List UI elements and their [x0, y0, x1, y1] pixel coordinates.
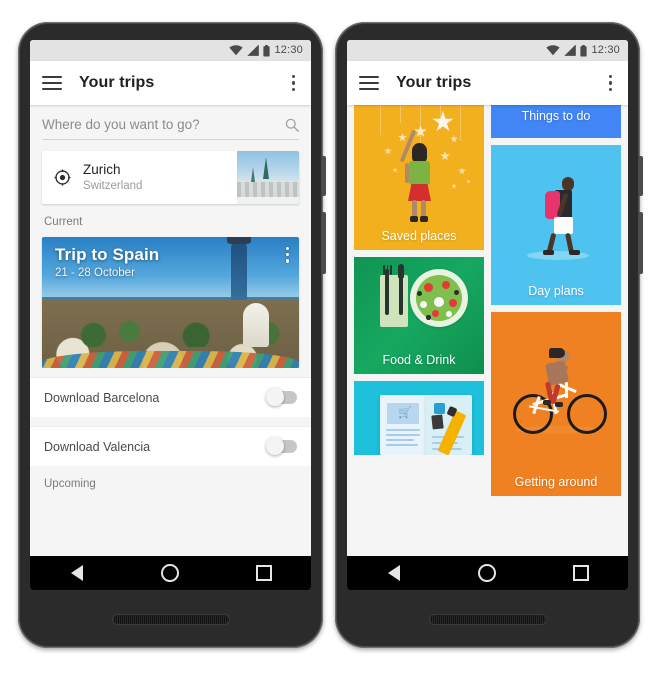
category-tile-grid: Saved places Food & Drink 🛒 Things to do… — [347, 105, 628, 556]
row-gap — [30, 417, 311, 426]
download-label: Download Valencia — [44, 439, 151, 454]
section-label-current: Current — [44, 216, 83, 228]
download-toggle-barcelona[interactable] — [266, 388, 297, 406]
tile-label: Getting around — [514, 475, 598, 489]
location-country: Switzerland — [83, 179, 143, 192]
page-title: Your trips — [396, 74, 472, 91]
location-thumbnail — [237, 151, 299, 204]
power-button[interactable] — [639, 156, 643, 196]
tile-label: Saved places — [381, 229, 457, 243]
download-toggle-valencia[interactable] — [266, 437, 297, 455]
tile-label: Food & Drink — [382, 353, 456, 367]
tile-getting-around[interactable]: Getting around — [491, 312, 621, 496]
trip-title: Trip to Spain — [55, 245, 160, 264]
guidebook-highlighter-illustration: 🛒 — [354, 381, 484, 455]
tile-saved-places[interactable]: Saved places — [354, 105, 484, 250]
search-input[interactable]: Where do you want to go? — [42, 117, 285, 132]
location-name: Zurich — [83, 161, 121, 177]
back-triangle-icon[interactable] — [371, 556, 417, 590]
power-button[interactable] — [322, 156, 326, 196]
trips-content: Where do you want to go? Zurich Switzerl… — [30, 105, 311, 556]
app-toolbar: Your trips — [30, 61, 311, 105]
home-circle-icon[interactable] — [464, 556, 510, 590]
download-row-barcelona[interactable]: Download Barcelona — [30, 377, 311, 417]
tile-things-to-do[interactable]: Things to do — [491, 105, 621, 138]
phone-left: 12:30 Your trips Where do you want to go… — [18, 22, 326, 648]
tile-food-and-drink[interactable]: Food & Drink — [354, 257, 484, 374]
tile-column-left: Saved places Food & Drink 🛒 — [354, 105, 484, 556]
search-area: Where do you want to go? — [30, 105, 311, 140]
page-title: Your trips — [79, 74, 155, 91]
trips-list-screen: 12:30 Your trips Where do you want to go… — [30, 40, 311, 590]
status-bar: 12:30 — [30, 40, 311, 61]
trip-overflow-icon[interactable] — [285, 247, 289, 263]
volume-rocker-button[interactable] — [322, 212, 326, 274]
wifi-icon — [546, 45, 561, 56]
overflow-menu-icon[interactable] — [605, 71, 616, 95]
battery-icon — [580, 44, 588, 56]
tile-column-right: Things to do Day plans Getting around — [491, 105, 621, 556]
phone-left-screen-glass: 12:30 Your trips Where do you want to go… — [30, 40, 311, 590]
location-card[interactable]: Zurich Switzerland — [42, 151, 299, 204]
trip-hero-image: Trip to Spain 21 - 28 October — [42, 237, 299, 368]
status-bar: 12:30 — [347, 40, 628, 61]
battery-icon — [263, 44, 271, 56]
tile-label: Things to do — [521, 109, 591, 123]
app-toolbar: Your trips — [347, 61, 628, 105]
search-field[interactable]: Where do you want to go? — [42, 117, 299, 140]
recents-square-icon[interactable] — [241, 556, 287, 590]
home-circle-icon[interactable] — [147, 556, 193, 590]
download-label: Download Barcelona — [44, 390, 160, 405]
phone-right: 12:30 Your trips Saved places Food & Dri… — [335, 22, 643, 648]
bottom-speaker-grille-icon — [112, 615, 229, 624]
trip-categories-screen: 12:30 Your trips Saved places Food & Dri… — [347, 40, 628, 590]
back-triangle-icon[interactable] — [54, 556, 100, 590]
tile-guidebook[interactable]: 🛒 — [354, 381, 484, 455]
woman-riding-bicycle-illustration — [491, 312, 621, 496]
status-clock: 12:30 — [591, 44, 620, 56]
status-clock: 12:30 — [274, 44, 303, 56]
trip-dates: 21 - 28 October — [55, 267, 135, 279]
volume-rocker-button[interactable] — [639, 212, 643, 274]
my-location-icon — [54, 169, 71, 186]
phone-right-screen-glass: 12:30 Your trips Saved places Food & Dri… — [347, 40, 628, 590]
signal-icon — [247, 45, 260, 56]
signal-icon — [564, 45, 577, 56]
android-nav-bar — [30, 556, 311, 590]
overflow-menu-icon[interactable] — [288, 71, 299, 95]
search-icon[interactable] — [285, 118, 299, 132]
card-gap — [30, 368, 311, 377]
tile-label: Day plans — [528, 284, 584, 298]
android-nav-bar — [347, 556, 628, 590]
two-phone-mockup: 12:30 Your trips Where do you want to go… — [0, 0, 655, 680]
bottom-speaker-grille-icon — [429, 615, 546, 624]
download-row-valencia[interactable]: Download Valencia — [30, 426, 311, 466]
hamburger-menu-icon[interactable] — [359, 76, 379, 90]
trip-card[interactable]: Trip to Spain 21 - 28 October — [42, 237, 299, 368]
section-label-upcoming: Upcoming — [44, 478, 96, 490]
walking-traveler-backpack-illustration — [491, 145, 621, 305]
tile-day-plans[interactable]: Day plans — [491, 145, 621, 305]
hamburger-menu-icon[interactable] — [42, 76, 62, 90]
recents-square-icon[interactable] — [558, 556, 604, 590]
wifi-icon — [229, 45, 244, 56]
